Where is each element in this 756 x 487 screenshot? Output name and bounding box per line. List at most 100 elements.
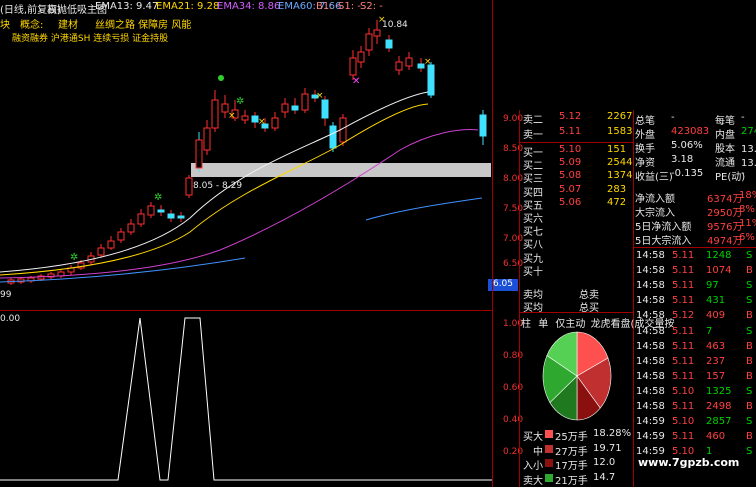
tick-direction: S bbox=[746, 295, 753, 307]
tick-price: 5.11 bbox=[672, 401, 695, 412]
kline-chart[interactable]: ✲ ✲ ✲ ✕ × × × × × bbox=[0, 0, 492, 487]
candle-body bbox=[271, 117, 279, 129]
flow-row: 卖大 21万手 14.7 bbox=[521, 472, 633, 487]
candle-body bbox=[357, 51, 365, 63]
buy-level-row[interactable]: 买五 5.06 472 bbox=[521, 196, 633, 212]
tick-row[interactable]: 14:58 5.11 2498 B bbox=[634, 401, 756, 414]
level-price: 5.07 bbox=[559, 183, 582, 195]
signal-marker: × bbox=[316, 91, 324, 101]
flow-amount: 25万手 bbox=[555, 432, 588, 443]
net-flow-value: 4974万 bbox=[707, 236, 743, 247]
sell-level-row[interactable]: 卖二 5.12 2267 bbox=[521, 111, 633, 126]
divider bbox=[519, 142, 633, 143]
buy-level-row[interactable]: 买九 bbox=[521, 250, 633, 265]
stat-label: 总笔 bbox=[635, 116, 655, 127]
concept-tags: 丝绸之路 保障房 风能 bbox=[95, 20, 192, 31]
stat-value: 423083 bbox=[671, 126, 710, 137]
tick-price: 5.11 bbox=[672, 325, 695, 337]
avg-sell-row: 卖均 总卖 bbox=[521, 286, 633, 301]
level-label: 卖二 bbox=[523, 115, 543, 126]
net-flow-pct: 6% bbox=[739, 232, 755, 243]
flow-swatch bbox=[545, 444, 553, 453]
level-price: 5.08 bbox=[559, 170, 582, 182]
level-volume: 2267 bbox=[607, 111, 633, 122]
tick-time: 14:58 bbox=[636, 310, 665, 322]
tick-price: 5.10 bbox=[672, 416, 695, 428]
tick-row[interactable]: 14:59 5.10 2857 S bbox=[634, 416, 756, 429]
net-flow-pct: 8% bbox=[739, 204, 755, 215]
tick-volume: 97 bbox=[706, 280, 719, 292]
buy-level-row[interactable]: 买十 bbox=[521, 263, 633, 278]
candle-body bbox=[385, 39, 393, 49]
tick-volume: 409 bbox=[706, 310, 726, 322]
buy-level-row[interactable]: 买三 5.08 1374 bbox=[521, 170, 633, 185]
buy-level-row[interactable]: 买四 5.07 283 bbox=[521, 183, 633, 199]
tick-row[interactable]: 14:58 5.11 463 B bbox=[634, 341, 756, 354]
tick-volume: 2857 bbox=[706, 416, 732, 428]
flow-row: 入小 17万手 12.0 bbox=[521, 457, 633, 472]
flow-side: 卖 bbox=[523, 475, 533, 487]
signal-line bbox=[0, 317, 492, 481]
tick-row[interactable]: 14:58 5.11 431 S bbox=[634, 295, 756, 308]
price-band bbox=[191, 163, 491, 177]
buy-level-row[interactable]: 买七 bbox=[521, 223, 633, 238]
buy-marker bbox=[218, 75, 224, 81]
tick-row[interactable]: 14:58 5.10 1325 S bbox=[634, 386, 756, 399]
candle-body bbox=[301, 93, 309, 111]
buy-level-row[interactable]: 买八 bbox=[521, 236, 633, 251]
tick-direction: S bbox=[746, 325, 753, 337]
level-volume: 1583 bbox=[607, 126, 633, 137]
candle-body bbox=[241, 115, 249, 121]
tick-row[interactable]: 14:58 5.11 237 B bbox=[634, 356, 756, 369]
level-price: 5.11 bbox=[559, 126, 582, 137]
level-label: 买十 bbox=[523, 266, 543, 278]
tick-row[interactable]: 14:58 5.12 409 B bbox=[634, 310, 756, 323]
flow-size: 中 bbox=[533, 446, 543, 458]
sell-level-row[interactable]: 卖一 5.11 1583 bbox=[521, 126, 633, 141]
level-label: 卖一 bbox=[523, 130, 543, 141]
tick-row[interactable]: 14:59 5.11 460 B bbox=[634, 431, 756, 444]
tick-row[interactable]: 14:58 5.11 1248 S bbox=[634, 250, 756, 263]
ema13-value: EMA13: 9.47 bbox=[95, 1, 159, 12]
ema21-value: EMA21: 9.28 bbox=[156, 1, 220, 12]
net-flow-row: 净流入额 6374万18% bbox=[635, 190, 756, 205]
tick-volume: 463 bbox=[706, 340, 726, 352]
buy-level-row[interactable]: 买二 5.09 2544 bbox=[521, 157, 633, 172]
tick-row[interactable]: 14:58 5.11 7 S bbox=[634, 326, 756, 339]
stat-value: - bbox=[741, 112, 745, 123]
tick-row[interactable]: 14:58 5.11 97 S bbox=[634, 280, 756, 293]
level-volume: 472 bbox=[607, 196, 627, 208]
candle-body bbox=[127, 223, 135, 233]
level-price: 5.06 bbox=[559, 196, 582, 208]
net-flow-row: 5日大宗流入 4974万 6% bbox=[635, 232, 756, 247]
tick-row[interactable]: 14:58 5.11 1074 B bbox=[634, 265, 756, 278]
candle-body bbox=[281, 103, 289, 113]
buy-level-row[interactable]: 买六 bbox=[521, 210, 633, 225]
flow-pie-chart bbox=[542, 331, 612, 421]
tick-direction: B bbox=[746, 370, 753, 382]
tick-time: 14:58 bbox=[636, 280, 665, 292]
tick-price: 5.11 bbox=[672, 280, 695, 292]
net-flow-value: 9576万 bbox=[707, 222, 743, 233]
candle-body bbox=[203, 127, 211, 151]
flow-side: 买 bbox=[523, 432, 533, 443]
concept-label: 概念: bbox=[20, 20, 44, 31]
left-tick-label: 99 bbox=[0, 290, 12, 300]
level-volume: 2544 bbox=[607, 157, 633, 169]
tick-time: 14:59 bbox=[636, 416, 665, 428]
concept-tags-2: 融资融券 沪港通SH 连续亏损 证金持股 bbox=[12, 34, 169, 44]
ema34-value: EMA34: 8.86 bbox=[217, 1, 281, 12]
tick-direction: B bbox=[746, 431, 753, 443]
net-flow-value: 6374万 bbox=[707, 194, 743, 205]
candle-body bbox=[107, 240, 115, 249]
buy-level-row[interactable]: 买一 5.10 151 bbox=[521, 144, 633, 159]
tick-price: 5.11 bbox=[672, 431, 695, 443]
tab-bar[interactable]: 柱 bbox=[521, 319, 531, 330]
buy-marker: ✲ bbox=[236, 96, 244, 107]
signal-marker: × bbox=[258, 117, 266, 127]
net-flow-label: 大宗流入 bbox=[635, 208, 675, 219]
band-label: 8.05 - 8.29 bbox=[193, 181, 243, 191]
tick-direction: S bbox=[746, 385, 753, 397]
tick-row[interactable]: 14:58 5.11 157 B bbox=[634, 371, 756, 384]
flow-amount: 17万手 bbox=[555, 461, 588, 472]
